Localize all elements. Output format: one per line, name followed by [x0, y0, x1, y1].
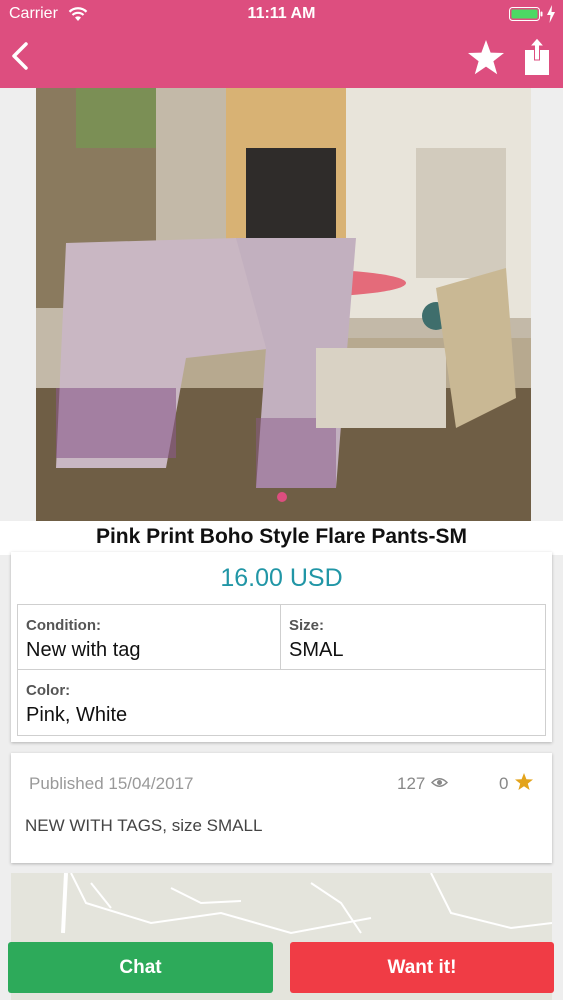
share-button[interactable] [520, 36, 554, 78]
status-time: 11:11 AM [247, 5, 316, 22]
want-it-button[interactable]: Want it! [290, 942, 554, 993]
product-info-card: 16.00 USD Condition: New with tag Size: … [11, 552, 552, 742]
spec-table: Condition: New with tag Size: SMAL Color… [17, 604, 546, 736]
back-button[interactable] [6, 36, 36, 76]
color-label: Color: [26, 682, 71, 699]
favorite-count: 0 [499, 774, 509, 793]
product-price: 16.00 USD [220, 564, 343, 592]
size-label: Size: [289, 617, 325, 634]
bottom-action-bar: Chat Want it! [0, 934, 563, 1000]
favorite-star-button[interactable] [466, 38, 506, 78]
star-icon [515, 773, 533, 790]
view-count: 127 [397, 774, 426, 793]
size-value: SMAL [289, 639, 344, 661]
condition-value: New with tag [26, 639, 141, 661]
color-value: Pink, White [26, 704, 128, 726]
published-date: Published 15/04/2017 [29, 774, 194, 793]
eye-icon [431, 778, 448, 787]
product-photo[interactable] [36, 88, 531, 521]
listing-details-card: Published 15/04/2017 127 0 NEW WITH TAGS… [11, 753, 552, 863]
app-header: Carrier 11:11 AM [0, 0, 563, 88]
condition-label: Condition: [26, 617, 101, 634]
condition-cell: Condition: New with tag [18, 605, 281, 670]
charging-bolt-icon [547, 5, 555, 23]
product-title: Pink Print Boho Style Flare Pants-SM [0, 521, 563, 555]
chat-button[interactable]: Chat [8, 942, 273, 993]
battery-icon [509, 7, 543, 21]
status-bar: Carrier 11:11 AM [0, 0, 563, 30]
color-cell: Color: Pink, White [18, 670, 545, 735]
listing-description: NEW WITH TAGS, size SMALL [25, 816, 263, 835]
carousel-page-indicator [277, 492, 287, 502]
size-cell: Size: SMAL [281, 605, 545, 670]
